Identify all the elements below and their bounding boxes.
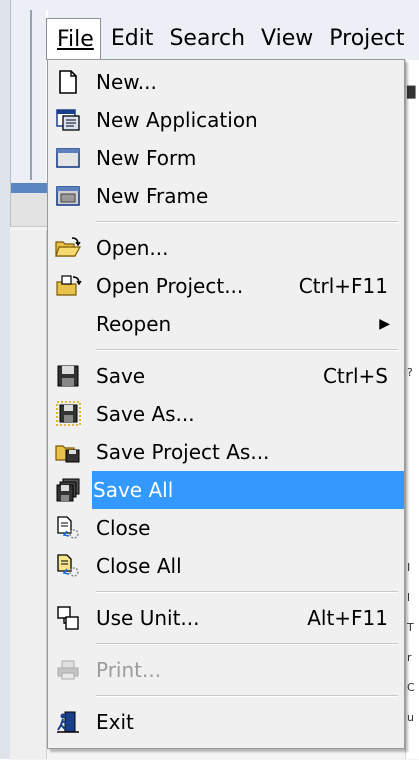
save-all-icon (48, 471, 88, 509)
menu-item-save-as-label: Save As... (96, 402, 195, 426)
menu-item-new-form[interactable]: New Form (48, 139, 404, 177)
menu-item-new-application[interactable]: New Application (48, 101, 404, 139)
menu-search-label: Search (169, 26, 246, 51)
close-all-icon (48, 547, 88, 585)
menu-item-print-label: Print... (96, 658, 162, 682)
floppy-save-as-icon (48, 395, 88, 433)
blank-page-icon (48, 63, 88, 101)
menu-separator (96, 695, 398, 697)
editor-text-fragment: I (407, 561, 411, 574)
submenu-arrow-icon: ▶ (379, 316, 390, 332)
menu-separator (96, 643, 398, 645)
editor-text-fragment: C (407, 681, 415, 694)
menu-item-save-project-as[interactable]: Save Project As... (48, 433, 404, 471)
menu-item-exit[interactable]: Exit (48, 703, 404, 741)
open-folder-icon (48, 229, 88, 267)
form-window-icon (48, 139, 88, 177)
shortcut-ctrl-f11: Ctrl+F11 (298, 274, 388, 298)
menu-item-new-form-label: New Form (96, 146, 197, 170)
menu-view[interactable]: View (251, 18, 319, 60)
editor-text-fragment: l (407, 591, 411, 604)
application-icon (48, 101, 88, 139)
menu-project-label: Project (329, 26, 405, 51)
menu-item-print[interactable]: Print... (48, 651, 404, 689)
open-project-icon (48, 267, 88, 305)
menu-separator (96, 221, 398, 223)
menu-edit[interactable]: Edit (101, 18, 160, 60)
menu-edit-label: Edit (110, 26, 154, 51)
menu-separator (96, 349, 398, 351)
file-menu-dropdown: New... New Application New Form New Fram… (47, 59, 405, 749)
menu-item-save-all-label: Save All (93, 478, 174, 502)
menu-item-save-project-as-label: Save Project As... (96, 440, 270, 464)
menu-item-save-as[interactable]: Save As... (48, 395, 404, 433)
menu-item-exit-label: Exit (96, 710, 134, 734)
floppy-disk-icon (48, 357, 88, 395)
menu-item-close-all[interactable]: Close All (48, 547, 404, 585)
close-document-icon (48, 509, 88, 547)
menu-item-new-frame[interactable]: New Frame (48, 177, 404, 215)
menu-item-save-all[interactable]: Save All (48, 471, 404, 509)
menu-item-close[interactable]: Close (48, 509, 404, 547)
editor-gutter (10, 230, 47, 759)
menu-item-open[interactable]: Open... (48, 229, 404, 267)
menu-item-new-label: New... (96, 70, 157, 94)
reopen-blank-icon (48, 305, 88, 343)
menu-item-new[interactable]: New... (48, 63, 404, 101)
menu-item-close-label: Close (96, 516, 151, 540)
editor-text-fragment: ? (407, 366, 413, 379)
use-unit-icon (48, 599, 88, 637)
printer-icon (48, 651, 88, 689)
menu-separator (96, 591, 398, 593)
menu-item-new-application-label: New Application (96, 108, 258, 132)
menu-search[interactable]: Search (159, 18, 251, 60)
shortcut-ctrl-s: Ctrl+S (322, 364, 388, 388)
menu-view-label: View (261, 26, 314, 51)
menu-project[interactable]: Project (319, 18, 410, 60)
menu-item-open-project-label: Open Project... (96, 274, 244, 298)
editor-text-fragment: T (407, 621, 414, 634)
frame-window-icon (48, 177, 88, 215)
menu-item-reopen-label: Reopen (96, 312, 172, 336)
exit-door-icon (48, 703, 88, 741)
menu-file[interactable]: File (46, 18, 101, 60)
menu-file-label: File (57, 27, 94, 52)
save-project-icon (48, 433, 88, 471)
editor-text-fragment: u (407, 711, 414, 724)
menu-item-save[interactable]: Save Ctrl+S (48, 357, 404, 395)
menu-item-close-all-label: Close All (96, 554, 182, 578)
menu-item-new-frame-label: New Frame (96, 184, 209, 208)
menu-item-reopen[interactable]: Reopen ▶ (48, 305, 404, 343)
menu-bar: File Edit Search View Project (46, 18, 419, 60)
menu-item-open-project[interactable]: Open Project... Ctrl+F11 (48, 267, 404, 305)
menu-item-use-unit[interactable]: Use Unit... Alt+F11 (48, 599, 404, 637)
shortcut-alt-f11: Alt+F11 (307, 606, 388, 630)
menu-item-use-unit-label: Use Unit... (96, 606, 200, 630)
toolbar-glyph: █ (407, 86, 416, 99)
menu-item-open-label: Open... (96, 236, 169, 260)
menu-item-save-label: Save (96, 364, 146, 388)
editor-text-fragment: r (407, 651, 412, 664)
